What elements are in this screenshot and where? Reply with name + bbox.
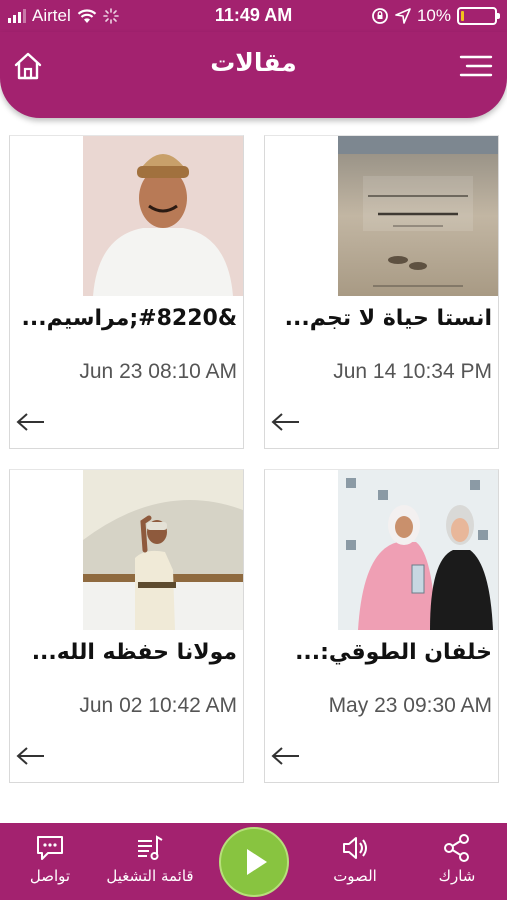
battery-icon <box>457 7 500 25</box>
article-title[interactable]: &#8220;مراسيم... <box>16 306 237 331</box>
arrow-left-icon[interactable] <box>271 412 301 432</box>
tab-share-label: شارك <box>438 867 476 885</box>
article-card[interactable]: خلفان الطوقي:... May 23 09:30 AM <box>264 469 499 783</box>
page-title: مقالات <box>210 48 297 77</box>
chat-icon <box>37 836 63 860</box>
article-image-man-portrait <box>83 136 243 296</box>
article-date: Jun 02 10:42 AM <box>79 694 237 717</box>
tab-contact-label: تواصل <box>29 867 71 885</box>
article-date: Jun 14 10:34 PM <box>333 360 492 383</box>
orientation-lock-icon <box>372 8 388 24</box>
speaker-icon <box>343 837 367 859</box>
article-card[interactable]: مولانا حفظه الله... Jun 02 10:42 AM <box>9 469 244 783</box>
play-icon <box>247 849 267 875</box>
article-image-award-photo <box>338 470 498 630</box>
app-header: مقالات <box>0 32 507 118</box>
battery-percent: 10% <box>416 6 451 25</box>
status-bar: Airtel 11:49 AM 10% <box>0 0 507 32</box>
article-title[interactable]: انستا حياة لا تجم... <box>271 306 492 331</box>
article-date: Jun 23 08:10 AM <box>79 360 237 383</box>
status-right: 10% <box>371 6 500 26</box>
arrow-left-icon[interactable] <box>271 746 301 766</box>
tab-playlist-label: قائمة التشغيل <box>106 867 194 885</box>
article-image-ship-wave <box>83 470 243 630</box>
hamburger-menu-icon[interactable] <box>459 54 493 78</box>
share-icon <box>444 834 469 862</box>
app-screen: Airtel 11:49 AM 10% مقالات انستا حياة لا… <box>0 0 507 900</box>
tab-sound[interactable]: الصوت <box>305 833 405 885</box>
tab-playlist[interactable]: قائمة التشغيل <box>100 833 200 885</box>
arrow-left-icon[interactable] <box>16 412 46 432</box>
arrow-left-icon[interactable] <box>16 746 46 766</box>
location-arrow-icon <box>395 8 411 24</box>
article-card[interactable]: &#8220;مراسيم... Jun 23 08:10 AM <box>9 135 244 449</box>
battery-fill <box>461 11 465 21</box>
article-date: May 23 09:30 AM <box>328 694 492 717</box>
tab-sound-label: الصوت <box>333 867 377 885</box>
tab-contact[interactable]: تواصل <box>0 833 100 885</box>
article-title[interactable]: خلفان الطوقي:... <box>271 640 492 665</box>
article-title[interactable]: مولانا حفظه الله... <box>16 640 237 665</box>
tab-share[interactable]: شارك <box>407 833 507 885</box>
article-card[interactable]: انستا حياة لا تجم... Jun 14 10:34 PM <box>264 135 499 449</box>
article-image-sand-footprints <box>338 136 498 296</box>
play-button[interactable] <box>219 827 289 897</box>
playlist-icon <box>138 835 163 860</box>
